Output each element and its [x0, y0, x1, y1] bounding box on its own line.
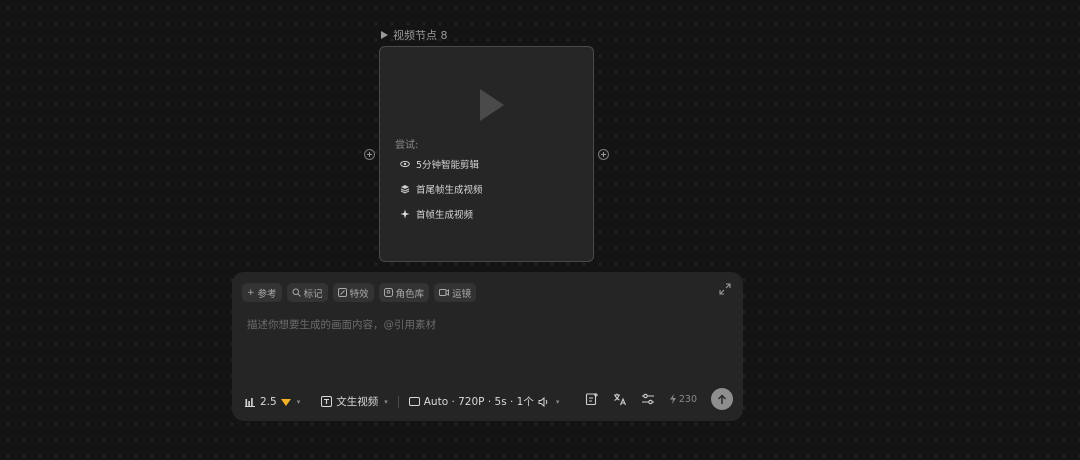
node-title: 视频节点 8: [381, 27, 448, 43]
search-icon: [292, 288, 301, 297]
credits-value: 230: [678, 393, 697, 405]
sparkle-icon: [400, 209, 410, 219]
chip-camera-motion[interactable]: 运镜: [434, 283, 477, 302]
model-version: 2.5: [260, 395, 277, 408]
suggestion-label: 5分钟智能剪辑: [416, 160, 480, 171]
sliders-icon[interactable]: [641, 392, 655, 406]
expand-icon[interactable]: [719, 283, 731, 295]
settings-selector[interactable]: Auto · 720P · 5s · 1个 ▾: [408, 394, 560, 409]
camera-icon: [439, 289, 450, 296]
chip-label: 标记: [303, 288, 323, 300]
mode-selector[interactable]: 文生视频 ▾: [321, 394, 388, 409]
chip-label: 参考: [257, 288, 277, 300]
sound-icon: [538, 396, 548, 407]
text-mode-icon: [321, 396, 333, 407]
suggestion-label: 首帧生成视频: [416, 210, 474, 221]
video-node-card[interactable]: 尝试: 5分钟智能剪辑 首尾帧生成视频 首帧生成视频: [379, 46, 594, 262]
chip-effects[interactable]: 特效: [332, 283, 374, 302]
chevron-down-icon: ▾: [296, 397, 301, 406]
suggestion-smart-edit[interactable]: 5分钟智能剪辑: [400, 157, 479, 171]
lightning-icon: [669, 394, 676, 404]
suggestion-label: 首尾帧生成视频: [416, 185, 483, 196]
add-input-port-button[interactable]: [364, 149, 375, 160]
send-button[interactable]: [711, 388, 733, 410]
model-selector[interactable]: 2.5 ▾: [245, 396, 300, 408]
chip-label: 角色库: [395, 288, 425, 300]
character-icon: [383, 288, 393, 297]
chip-label: 运镜: [452, 288, 472, 300]
eye-icon: [400, 160, 410, 168]
credits-counter: 230: [669, 394, 697, 405]
chip-label: 特效: [349, 288, 369, 300]
right-tools: 230: [585, 388, 733, 410]
layers-icon: [400, 185, 410, 194]
translate-icon[interactable]: [613, 392, 627, 406]
play-small-icon: [381, 31, 388, 39]
suggestion-first-last-frame[interactable]: 首尾帧生成视频: [400, 182, 483, 196]
chip-reference[interactable]: + 参考: [242, 283, 282, 302]
node-title-text: 视频节点 8: [393, 29, 448, 42]
arrow-up-icon: [717, 393, 727, 404]
gem-icon: [280, 399, 291, 406]
video-play-icon: [480, 89, 504, 121]
effects-icon: [337, 288, 347, 297]
suggestion-first-frame[interactable]: 首帧生成视频: [400, 207, 473, 221]
chip-mark[interactable]: 标记: [286, 283, 328, 302]
generation-toolbar: 2.5 ▾ 文生视频 ▾ Auto · 720P · 5s · 1个 ▾: [245, 394, 559, 409]
chip-character-library[interactable]: 角色库: [378, 283, 430, 302]
prompt-input[interactable]: [245, 318, 719, 332]
chevron-down-icon: ▾: [384, 397, 388, 406]
try-label: 尝试:: [395, 140, 419, 151]
mode-label: 文生视频: [336, 396, 379, 408]
divider: [310, 396, 311, 408]
divider: [397, 395, 399, 408]
model-bars-icon: [245, 397, 255, 407]
add-document-icon[interactable]: [585, 392, 599, 406]
plus-icon: +: [247, 287, 255, 298]
aspect-ratio-icon: [408, 397, 420, 406]
reference-chips: + 参考 标记 特效 角色库 运镜: [242, 283, 477, 302]
settings-label: Auto · 720P · 5s · 1个: [423, 396, 534, 408]
chevron-down-icon: ▾: [555, 397, 560, 406]
add-output-port-button[interactable]: [598, 149, 609, 160]
prompt-panel: + 参考 标记 特效 角色库 运镜 描述你想要生成的画面内容，@引用素材 2.5…: [232, 272, 743, 421]
